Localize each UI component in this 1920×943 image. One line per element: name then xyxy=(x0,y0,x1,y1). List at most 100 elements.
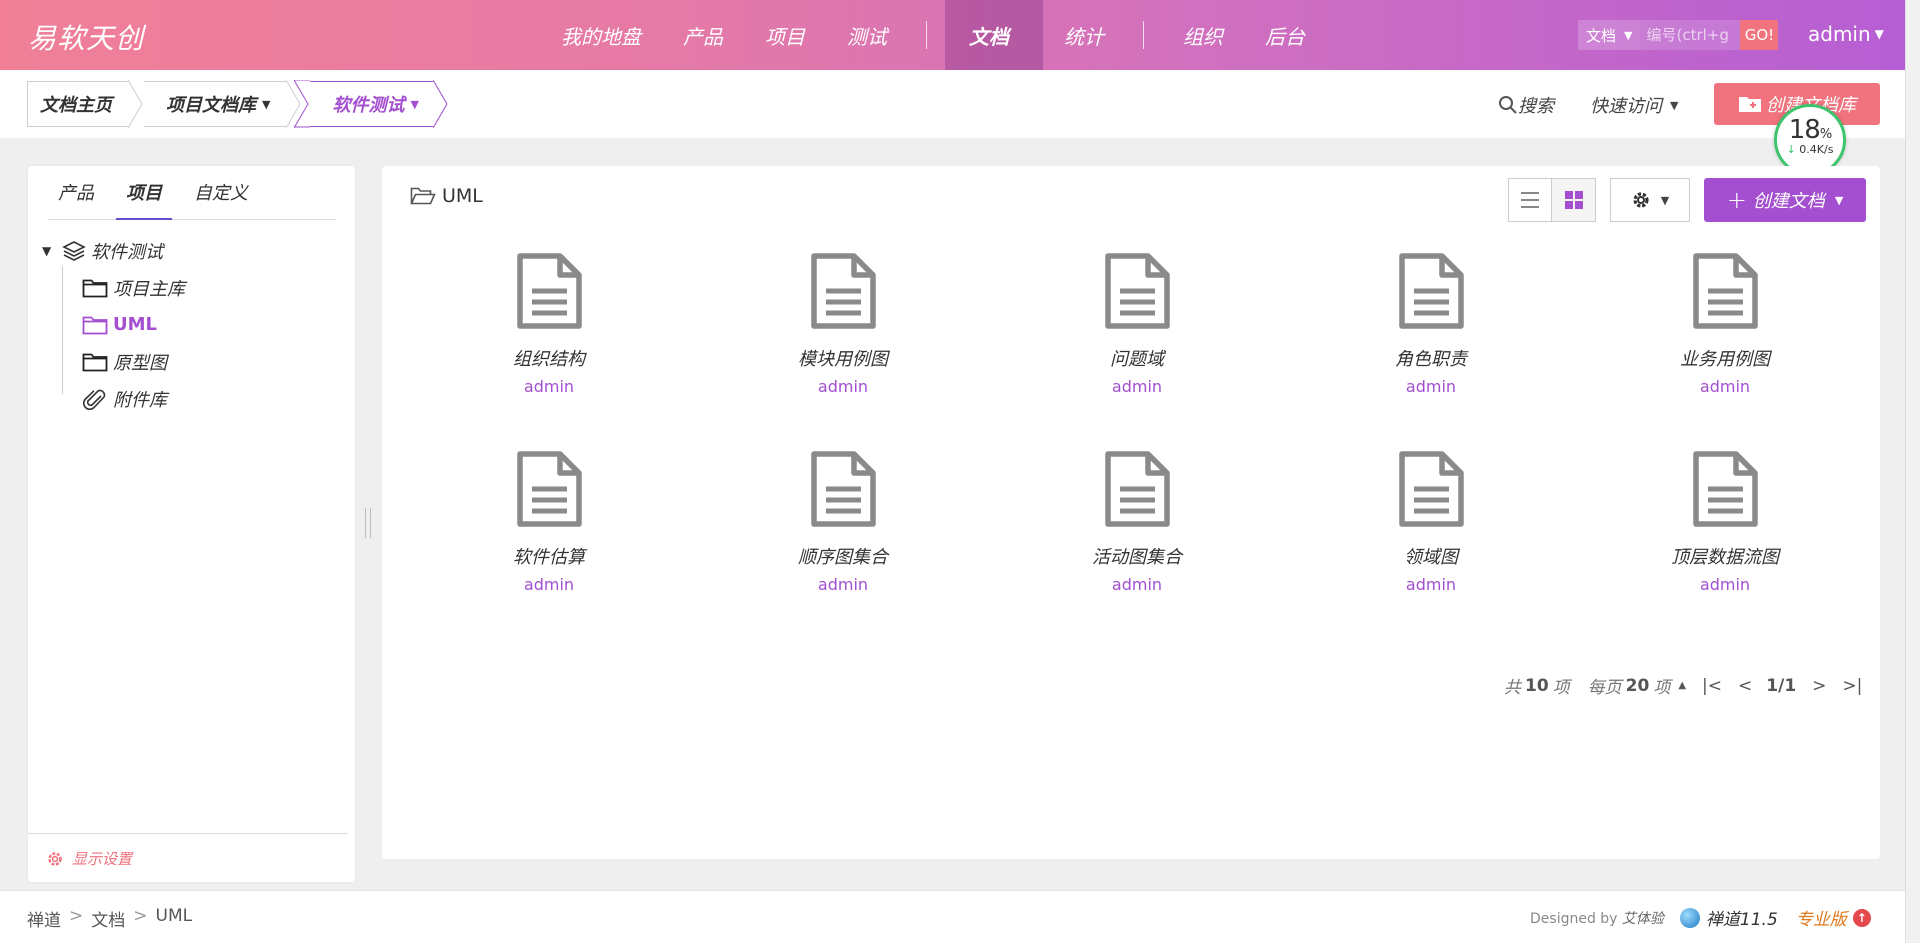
doc-title[interactable]: 角色职责 xyxy=(1395,345,1467,370)
sub-navbar: 文档主页 项目文档库 ▼ 软件测试 ▼ 搜索 快速访问 ▼ xyxy=(0,70,1905,138)
doc-title[interactable]: 业务用例图 xyxy=(1680,345,1770,370)
crumb-separator: > xyxy=(69,906,84,926)
nav-project[interactable]: 项目 xyxy=(744,0,826,70)
plus-icon: + xyxy=(1726,186,1747,214)
doc-title[interactable]: 顶层数据流图 xyxy=(1671,543,1779,568)
doc-author: admin xyxy=(1405,575,1457,594)
tab-project[interactable]: 项目 xyxy=(116,180,172,220)
panel-splitter-handle[interactable] xyxy=(365,508,371,538)
crumb-separator: > xyxy=(133,906,148,926)
brand-logo[interactable]: 易软天创 xyxy=(28,17,144,57)
doc-title[interactable]: 问题域 xyxy=(1110,345,1164,370)
footer-crumb-doc[interactable]: 文档 xyxy=(91,906,125,931)
file-text-icon xyxy=(1399,253,1464,329)
doc-title[interactable]: 领域图 xyxy=(1404,543,1458,568)
search-type-select[interactable]: 文档 ▼ xyxy=(1578,20,1641,50)
user-menu[interactable]: admin ▼ xyxy=(1808,22,1884,46)
footer-info: Designed by 艾体验 禅道11.5 专业版 ↑ xyxy=(1530,905,1871,930)
quick-access-dropdown[interactable]: 快速访问 ▼ xyxy=(1590,92,1678,118)
nav-admin[interactable]: 后台 xyxy=(1244,0,1326,70)
display-settings-link[interactable]: 显示设置 xyxy=(28,833,348,869)
doc-card[interactable]: 业务用例图 admin xyxy=(1578,253,1872,451)
list-view-button[interactable] xyxy=(1508,178,1552,222)
crumb-label: 软件测试 xyxy=(332,95,405,116)
page-scrollbar[interactable] xyxy=(1905,0,1920,943)
crumb-doc-home[interactable]: 文档主页 xyxy=(27,81,128,127)
pro-edition-label: 专业版 xyxy=(1795,910,1847,930)
tree-node-attachments[interactable]: 附件库 xyxy=(42,380,342,417)
nav-my-dashboard[interactable]: 我的地盘 xyxy=(540,0,662,70)
speed-rate: ↓ 0.4K/s xyxy=(1777,143,1843,156)
top-navbar: 易软天创 我的地盘 产品 项目 测试 文档 统计 组织 后台 文档 ▼ GO! … xyxy=(0,0,1905,70)
doc-title[interactable]: 顺序图集合 xyxy=(798,543,888,568)
caret-down-icon[interactable]: ▼ xyxy=(42,244,62,258)
folder-open-icon xyxy=(410,187,436,205)
doc-card[interactable]: 模块用例图 admin xyxy=(696,253,990,451)
doc-title[interactable]: 组织结构 xyxy=(513,345,585,370)
tree-node-project-main-lib[interactable]: 项目主库 xyxy=(42,269,342,306)
tab-custom[interactable]: 自定义 xyxy=(184,180,258,220)
crumb-project-lib[interactable]: 项目文档库 ▼ xyxy=(144,81,287,127)
crumb-separator xyxy=(294,80,311,128)
doc-card[interactable]: 软件估算 admin xyxy=(402,451,696,649)
view-mode-toggle xyxy=(1508,178,1596,222)
tree-node-software-test[interactable]: ▼ 软件测试 xyxy=(42,232,342,269)
tree-node-prototype[interactable]: 原型图 xyxy=(42,343,342,380)
doc-search-link[interactable]: 搜索 xyxy=(1498,92,1554,118)
doc-grid: 组织结构 admin 模块用例图 admin 问题域 admin 角色职责 admin 业务用例… xyxy=(402,253,1872,649)
nav-doc[interactable]: 文档 xyxy=(945,0,1043,70)
folder-icon xyxy=(82,279,108,297)
pager-per-page[interactable]: 20 xyxy=(1626,676,1650,696)
doc-card[interactable]: 活动图集合 admin xyxy=(990,451,1284,649)
tree-node-label: 软件测试 xyxy=(91,241,163,263)
nav-test[interactable]: 测试 xyxy=(826,0,908,70)
search-label: 搜索 xyxy=(1518,96,1554,117)
doc-title[interactable]: 模块用例图 xyxy=(798,345,888,370)
caret-down-icon: ▼ xyxy=(1624,28,1633,42)
nav-product[interactable]: 产品 xyxy=(662,0,744,70)
pager-total-suffix: 项 xyxy=(1552,678,1570,698)
designer-name[interactable]: 艾体验 xyxy=(1622,911,1664,927)
tree-node-uml[interactable]: UML xyxy=(42,306,342,343)
doc-card[interactable]: 角色职责 admin xyxy=(1284,253,1578,451)
percent-sign: % xyxy=(1819,127,1832,142)
next-page-icon[interactable]: > xyxy=(1812,676,1826,696)
nav-company[interactable]: 组织 xyxy=(1162,0,1244,70)
nav-divider xyxy=(926,21,927,49)
last-page-icon[interactable]: >| xyxy=(1842,676,1862,696)
search-input[interactable] xyxy=(1640,20,1741,50)
create-doc-button[interactable]: + 创建文档 ▼ xyxy=(1704,178,1866,222)
doc-card[interactable]: 组织结构 admin xyxy=(402,253,696,451)
crumb-software-test[interactable]: 软件测试 ▼ xyxy=(310,81,433,127)
user-name: admin xyxy=(1808,22,1871,46)
designed-by-label: Designed by xyxy=(1530,910,1618,927)
grid-view-button[interactable] xyxy=(1552,178,1596,222)
doc-card[interactable]: 顶层数据流图 admin xyxy=(1578,451,1872,649)
current-folder: UML xyxy=(410,185,483,207)
first-page-icon[interactable]: |< xyxy=(1702,676,1722,696)
tab-product[interactable]: 产品 xyxy=(48,180,104,220)
pager-per-page-prefix: 每页 xyxy=(1587,678,1622,698)
file-text-icon xyxy=(811,451,876,527)
folder-plus-icon xyxy=(1739,97,1761,112)
doc-list-panel: UML ▼ + 创建文档 ▼ 组织结构 admin 模块用例图 admin 问题域 adm… xyxy=(382,166,1880,859)
doc-title[interactable]: 软件估算 xyxy=(513,543,585,568)
prev-page-icon[interactable]: < xyxy=(1738,676,1752,696)
zentao-version[interactable]: 禅道11.5 xyxy=(1706,905,1778,930)
main-nav: 我的地盘 产品 项目 测试 文档 统计 组织 后台 xyxy=(540,0,1326,70)
doc-author: admin xyxy=(1699,575,1751,594)
footer-crumb-zentao[interactable]: 禅道 xyxy=(27,906,61,931)
search-go-button[interactable]: GO! xyxy=(1740,20,1779,50)
pro-edition-link[interactable]: 专业版 ↑ xyxy=(1796,905,1871,930)
tree-node-label: 原型图 xyxy=(113,352,167,374)
pager: 共 10 项 每页 20 项 ▲ |< < 1/1 > >| xyxy=(1504,673,1862,699)
caret-down-icon: ▼ xyxy=(1670,98,1679,112)
settings-dropdown-button[interactable]: ▼ xyxy=(1610,178,1690,222)
sub-actions: 搜索 快速访问 ▼ xyxy=(1498,92,1678,118)
caret-up-icon[interactable]: ▲ xyxy=(1678,680,1686,691)
doc-card[interactable]: 顺序图集合 admin xyxy=(696,451,990,649)
doc-card[interactable]: 问题域 admin xyxy=(990,253,1284,451)
doc-card[interactable]: 领域图 admin xyxy=(1284,451,1578,649)
nav-report[interactable]: 统计 xyxy=(1043,0,1125,70)
doc-title[interactable]: 活动图集合 xyxy=(1092,543,1182,568)
